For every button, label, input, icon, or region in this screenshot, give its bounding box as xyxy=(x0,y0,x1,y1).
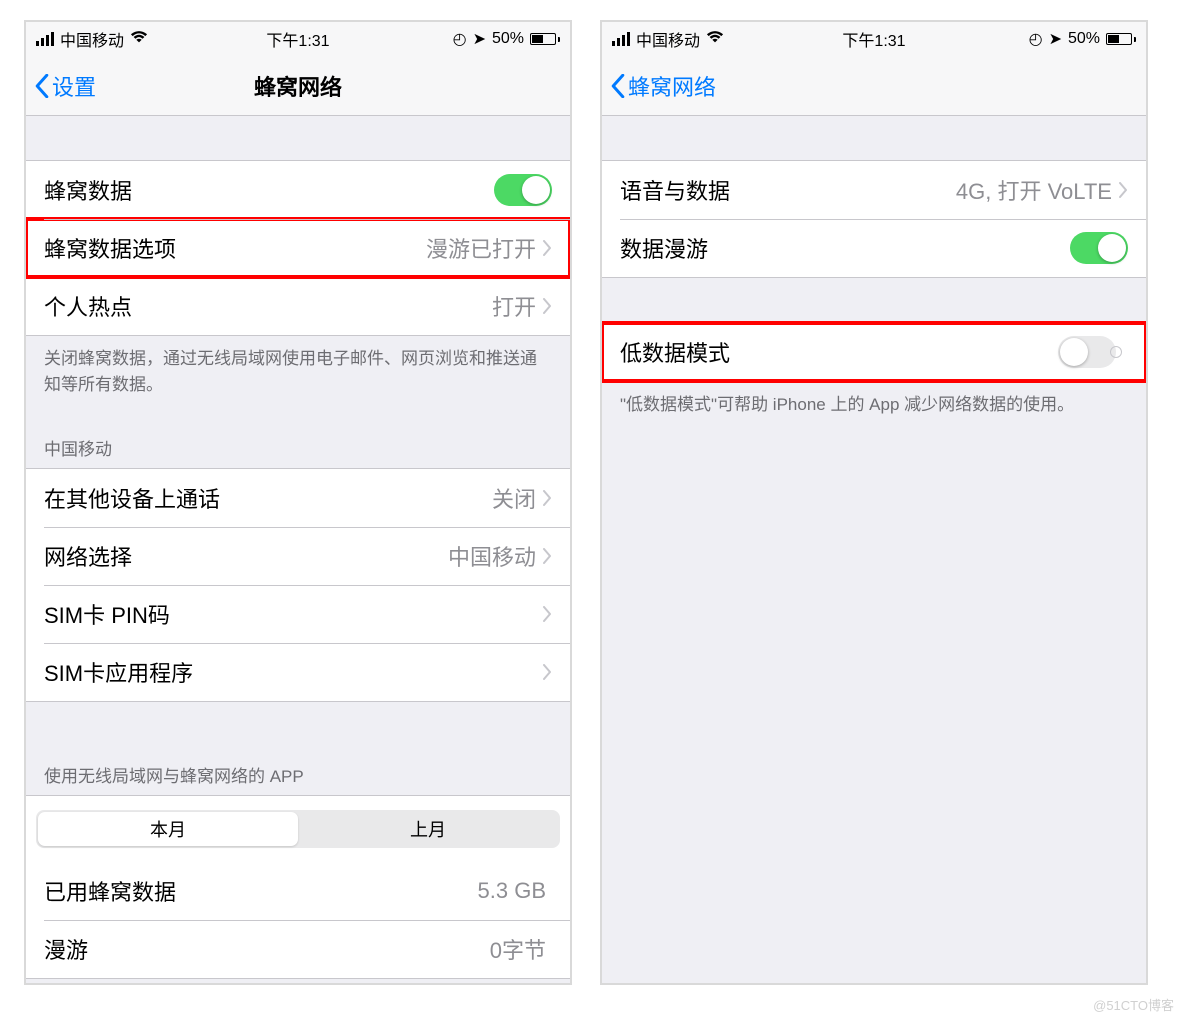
row-cellular-data[interactable]: 蜂窝数据 xyxy=(26,161,570,219)
wifi-icon xyxy=(706,30,724,49)
status-bar: 中国移动 下午1:31 ◴ ➤ 50% xyxy=(602,22,1146,56)
back-button[interactable]: 设置 xyxy=(26,70,96,102)
row-roaming-usage[interactable]: 漫游 0字节 xyxy=(26,920,570,978)
signal-icon xyxy=(612,32,630,46)
alarm-icon: ◴ xyxy=(1029,29,1043,49)
group-low-data: 低数据模式 xyxy=(602,322,1146,382)
row-label: SIM卡 PIN码 xyxy=(44,598,542,630)
row-sim-apps[interactable]: SIM卡应用程序 xyxy=(26,643,570,701)
watermark: @51CTO博客 xyxy=(1093,995,1174,1014)
footer-text: "低数据模式"可帮助 iPhone 上的 App 减少网络数据的使用。 xyxy=(602,382,1146,428)
segmented-control[interactable]: 本月 上月 xyxy=(36,810,560,848)
nav-title: 蜂窝网络 xyxy=(254,70,342,102)
group-usage: 已用蜂窝数据 5.3 GB 漫游 0字节 xyxy=(26,862,570,979)
location-icon: ➤ xyxy=(473,29,486,49)
battery-percent: 50% xyxy=(492,30,524,48)
footer-text: 关闭蜂窝数据，通过无线局域网使用电子邮件、网页浏览和推送通知等所有数据。 xyxy=(26,336,570,407)
toggle-cellular-data[interactable] xyxy=(494,174,552,206)
phone-screen-right: 中国移动 下午1:31 ◴ ➤ 50% 蜂窝网络 语音与数据 4G, 打开 Vo… xyxy=(600,20,1148,985)
section-header-carrier: 中国移动 xyxy=(26,407,570,468)
alarm-icon: ◴ xyxy=(453,29,467,49)
group-voice-roaming: 语音与数据 4G, 打开 VoLTE 数据漫游 xyxy=(602,160,1146,278)
wifi-icon xyxy=(130,30,148,49)
row-used-cellular-data[interactable]: 已用蜂窝数据 5.3 GB xyxy=(26,862,570,920)
row-value: 漫游已打开 xyxy=(426,232,536,264)
row-value: 关闭 xyxy=(492,482,536,514)
battery-icon xyxy=(1106,33,1136,45)
row-label: 漫游 xyxy=(44,933,490,965)
row-low-data-mode[interactable]: 低数据模式 xyxy=(602,323,1146,381)
back-button[interactable]: 蜂窝网络 xyxy=(602,70,716,102)
row-label: 低数据模式 xyxy=(620,336,1058,368)
row-sim-pin[interactable]: SIM卡 PIN码 xyxy=(26,585,570,643)
chevron-right-icon xyxy=(542,606,552,622)
row-value: 打开 xyxy=(492,290,536,322)
carrier-label: 中国移动 xyxy=(60,27,124,51)
back-label: 蜂窝网络 xyxy=(628,70,716,102)
row-label: 数据漫游 xyxy=(620,232,1070,264)
row-calls-other-devices[interactable]: 在其他设备上通话 关闭 xyxy=(26,469,570,527)
row-value: 0字节 xyxy=(490,933,546,965)
status-time: 下午1:31 xyxy=(266,27,329,51)
row-value: 5.3 GB xyxy=(478,878,546,904)
row-value: 中国移动 xyxy=(448,540,536,572)
phone-screen-left: 中国移动 下午1:31 ◴ ➤ 50% 设置 蜂窝网络 蜂窝数据 xyxy=(24,20,572,985)
toggle-low-data-mode[interactable] xyxy=(1058,336,1116,368)
chevron-right-icon xyxy=(542,298,552,314)
group-cellular: 蜂窝数据 蜂窝数据选项 漫游已打开 个人热点 打开 xyxy=(26,160,570,336)
row-label: 在其他设备上通话 xyxy=(44,482,492,514)
chevron-right-icon xyxy=(542,664,552,680)
row-label: 网络选择 xyxy=(44,540,448,572)
row-label: SIM卡应用程序 xyxy=(44,656,542,688)
row-network-selection[interactable]: 网络选择 中国移动 xyxy=(26,527,570,585)
row-label: 语音与数据 xyxy=(620,174,956,206)
segment-last-month[interactable]: 上月 xyxy=(298,812,558,846)
segment-this-month[interactable]: 本月 xyxy=(38,812,298,846)
section-header-apps: 使用无线局域网与蜂窝网络的 APP xyxy=(26,702,570,795)
row-personal-hotspot[interactable]: 个人热点 打开 xyxy=(26,277,570,335)
chevron-right-icon xyxy=(542,240,552,256)
chevron-right-icon xyxy=(542,490,552,506)
row-value: 4G, 打开 VoLTE xyxy=(956,174,1112,206)
location-icon: ➤ xyxy=(1049,29,1062,49)
row-data-roaming[interactable]: 数据漫游 xyxy=(602,219,1146,277)
row-label: 蜂窝数据 xyxy=(44,174,494,206)
status-bar: 中国移动 下午1:31 ◴ ➤ 50% xyxy=(26,22,570,56)
status-time: 下午1:31 xyxy=(842,27,905,51)
chevron-right-icon xyxy=(542,548,552,564)
battery-percent: 50% xyxy=(1068,30,1100,48)
back-label: 设置 xyxy=(52,70,96,102)
battery-icon xyxy=(530,33,560,45)
group-carrier: 在其他设备上通话 关闭 网络选择 中国移动 SIM卡 PIN码 SIM卡应用程序 xyxy=(26,468,570,702)
toggle-data-roaming[interactable] xyxy=(1070,232,1128,264)
nav-bar: 蜂窝网络 xyxy=(602,56,1146,116)
row-label: 个人热点 xyxy=(44,290,492,322)
chevron-right-icon xyxy=(1118,182,1128,198)
row-voice-and-data[interactable]: 语音与数据 4G, 打开 VoLTE xyxy=(602,161,1146,219)
row-label: 蜂窝数据选项 xyxy=(44,232,426,264)
carrier-label: 中国移动 xyxy=(636,27,700,51)
signal-icon xyxy=(36,32,54,46)
row-label: 已用蜂窝数据 xyxy=(44,875,478,907)
nav-bar: 设置 蜂窝网络 xyxy=(26,56,570,116)
row-cellular-data-options[interactable]: 蜂窝数据选项 漫游已打开 xyxy=(26,219,570,277)
